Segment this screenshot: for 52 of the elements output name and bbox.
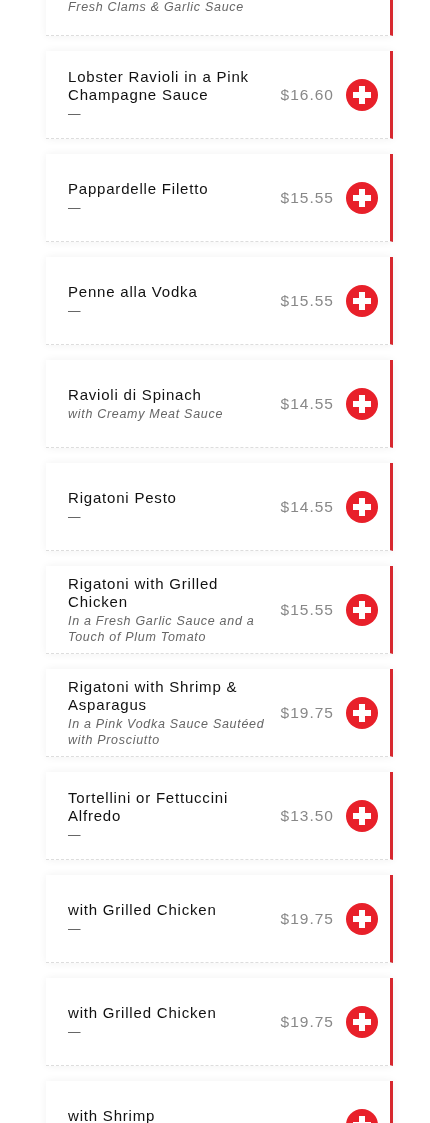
plus-icon bbox=[353, 188, 371, 207]
dish-description: In a Fresh Garlic Sauce and a Touch of Plum Tomato bbox=[68, 612, 256, 645]
dish-name: Tortellini or Fettuccini Alfredo bbox=[68, 788, 230, 825]
dish-price: $19.75 bbox=[279, 1012, 334, 1031]
dish-name: with Shrimp bbox=[68, 1106, 157, 1123]
plus-icon bbox=[353, 703, 371, 722]
dish-price: $14.55 bbox=[279, 497, 334, 516]
dish-description: — bbox=[68, 105, 83, 122]
dish-name: Rigatoni with Grilled Chicken bbox=[68, 574, 220, 611]
add-button[interactable] bbox=[346, 387, 378, 420]
plus-icon bbox=[353, 394, 371, 413]
dish-description: — bbox=[68, 302, 83, 319]
dish-description: — bbox=[68, 920, 83, 937]
dish-price: $15.55 bbox=[279, 600, 334, 619]
dish-name: Pappardelle Filetto bbox=[68, 179, 210, 198]
dish-description: — bbox=[68, 199, 83, 216]
dish-description: — bbox=[68, 826, 83, 843]
plus-icon bbox=[353, 1012, 371, 1031]
dish-description: — bbox=[68, 508, 83, 525]
dish-description: — bbox=[68, 1023, 83, 1040]
dish-name: Rigatoni Pesto bbox=[68, 488, 178, 507]
dish-name: with Grilled Chicken bbox=[68, 1003, 218, 1022]
add-button[interactable] bbox=[346, 799, 378, 832]
add-button[interactable] bbox=[346, 490, 378, 523]
plus-icon bbox=[353, 909, 371, 928]
dish-description: In a Pink Vodka Sauce Sautéed with Prosciutto bbox=[68, 715, 266, 748]
add-button[interactable] bbox=[346, 181, 378, 214]
add-button[interactable] bbox=[346, 78, 378, 111]
add-button[interactable] bbox=[346, 1005, 378, 1038]
dish-description: with Creamy Meat Sauce bbox=[68, 405, 225, 422]
plus-icon bbox=[353, 85, 371, 104]
plus-icon bbox=[353, 600, 371, 619]
dish-price: $16.60 bbox=[279, 85, 334, 104]
add-button[interactable] bbox=[346, 696, 378, 729]
add-button[interactable] bbox=[346, 902, 378, 935]
dish-price: $15.55 bbox=[279, 188, 334, 207]
dish-price: $19.75 bbox=[279, 703, 334, 722]
dish-name: Rigatoni with Shrimp & Asparagus bbox=[68, 677, 239, 714]
dish-description: Fresh Clams & Garlic Sauce bbox=[68, 0, 245, 15]
plus-icon bbox=[353, 291, 371, 310]
dish-name: Ravioli di Spinach bbox=[68, 385, 203, 404]
dish-name: Lobster Ravioli in a Pink Champagne Sauce bbox=[68, 67, 250, 104]
dish-price: $19.75 bbox=[279, 909, 334, 928]
dish-name: with Grilled Chicken bbox=[68, 900, 218, 919]
dish-price: $15.55 bbox=[279, 291, 334, 310]
dish-price: $14.55 bbox=[279, 394, 334, 413]
dish-price: $13.50 bbox=[279, 806, 334, 825]
add-button[interactable] bbox=[346, 593, 378, 626]
plus-icon bbox=[353, 806, 371, 825]
add-button[interactable] bbox=[346, 284, 378, 317]
dish-name: Penne alla Vodka bbox=[68, 282, 199, 301]
plus-icon bbox=[353, 497, 371, 516]
